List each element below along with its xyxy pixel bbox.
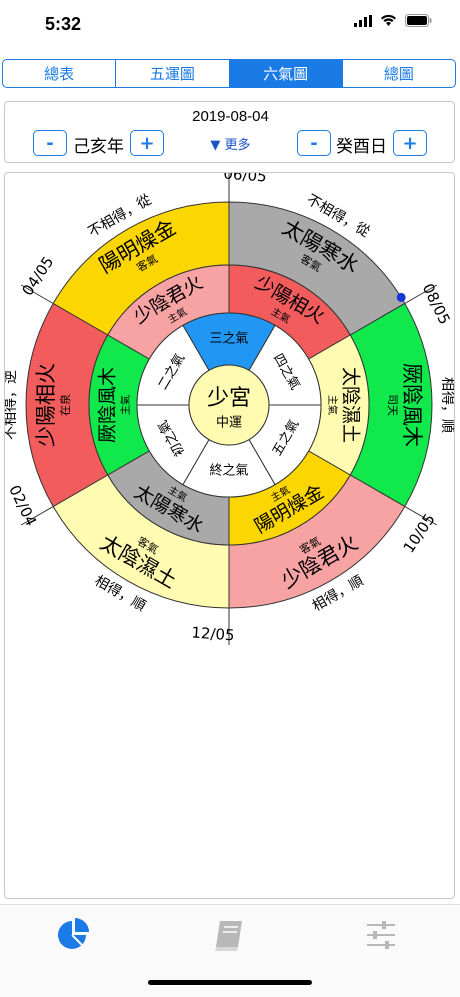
current-date-marker — [396, 292, 406, 302]
relation-label: 不相得，逆 — [5, 370, 19, 440]
day-minus-button[interactable]: - — [297, 130, 331, 156]
status-bar: 5:32 — [0, 0, 460, 50]
sliders-icon — [367, 921, 395, 949]
tab-summary[interactable]: 總表 — [3, 60, 117, 87]
signal-icon — [354, 14, 372, 27]
tab-book[interactable] — [212, 917, 252, 957]
boundary-date: 08/05 — [419, 281, 454, 328]
day-plus-button[interactable]: + — [393, 130, 427, 156]
main-qi-name: 太陰濕土 — [340, 367, 362, 443]
boundary-date: 12/05 — [191, 623, 235, 644]
boundary-date: 04/05 — [18, 253, 57, 299]
main-qi-label: 主氣 — [326, 395, 339, 415]
tab-overview[interactable]: 總圖 — [343, 60, 455, 87]
guest-qi-name: 少陽相火 — [34, 363, 58, 447]
tab-five-movements[interactable]: 五運圖 — [116, 60, 230, 87]
qi-step-name: 終之氣 — [209, 463, 248, 479]
guest-qi-label: 在泉 — [58, 394, 72, 416]
main-qi-name: 厥陰風木 — [97, 367, 119, 443]
day-label: 癸酉日 — [336, 137, 387, 157]
chart-panel: 陽明燥金 客氣 太陽寒水 客氣 厥陰風木 司天 少陰君火 客氣 太陰濕土 客氣 少陽相火 在泉 厥陰風木… — [2, 165, 456, 899]
book-icon — [215, 921, 242, 951]
tab-settings[interactable] — [364, 917, 404, 957]
home-indicator — [148, 980, 312, 985]
main-qi-label: 主氣 — [119, 395, 132, 415]
status-icons — [354, 14, 432, 27]
more-link[interactable]: ▼ 更多 — [5, 134, 456, 153]
wifi-icon — [381, 14, 396, 26]
pie-chart-icon — [58, 918, 89, 949]
boundary-date: 02/04 — [5, 482, 40, 529]
tab-six-qi[interactable]: 六氣圖 — [229, 60, 343, 87]
status-time: 5:32 — [45, 14, 82, 34]
center-movement: 少宮 — [207, 386, 251, 411]
six-qi-wheel: 陽明燥金客氣 太陽寒水客氣厥陰風木司天少陰君火客氣太陰濕土客氣少陽相火 在泉 厥陰風木… — [2, 165, 456, 645]
guest-qi-label: 司天 — [386, 394, 399, 416]
center-label: 中運 — [216, 416, 242, 431]
date-label: 2019-08-04 — [192, 108, 269, 125]
guest-qi-name: 厥陰風木 — [400, 363, 424, 447]
tab-chart[interactable] — [56, 917, 96, 957]
boundary-date: 10/05 — [400, 510, 439, 556]
battery-icon — [405, 14, 432, 27]
segmented-control: 總表 五運圖 六氣圖 總圖 — [2, 59, 456, 88]
qi-step-name: 三之氣 — [209, 332, 248, 347]
relation-label: 相得，順 — [439, 377, 454, 433]
date-panel: 2019-08-04 - 己亥年 + ▼ 更多 - 癸酉日 + — [4, 101, 455, 163]
boundary-date: 06/05 — [223, 173, 267, 186]
